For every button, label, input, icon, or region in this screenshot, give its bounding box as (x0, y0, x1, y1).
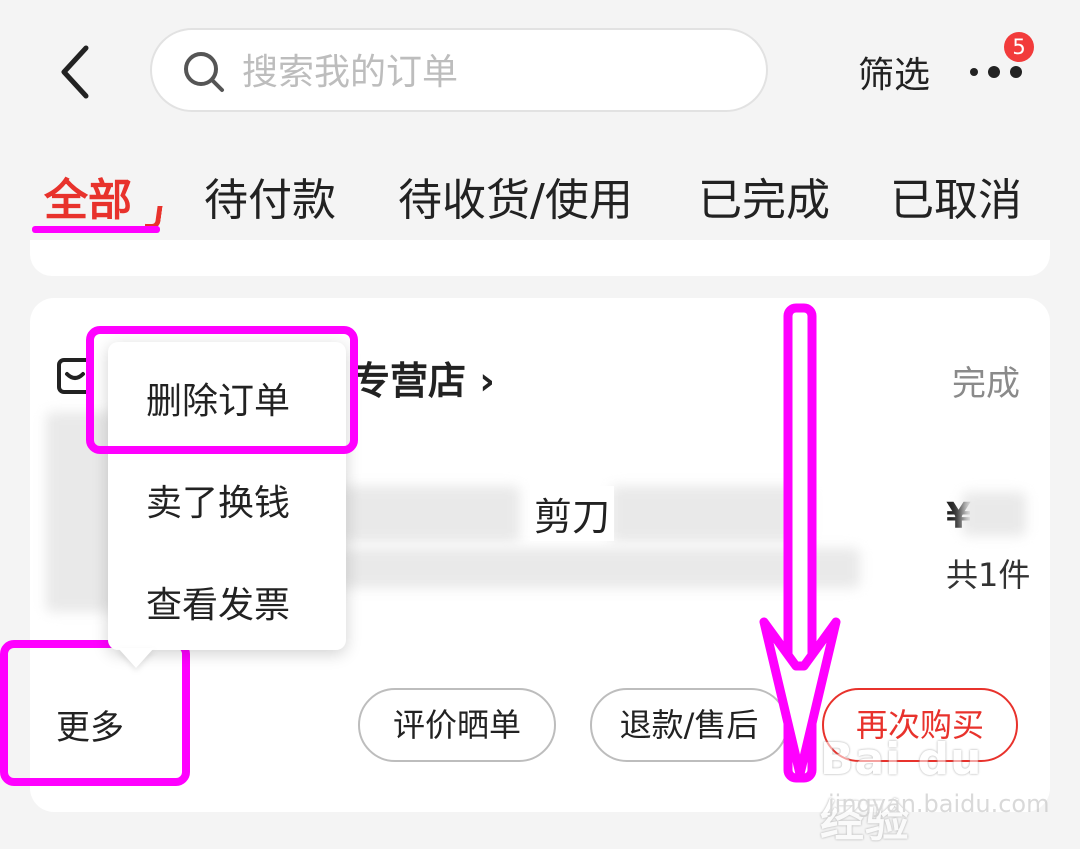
filter-button[interactable]: 筛选 (858, 46, 930, 98)
search-icon (184, 52, 224, 92)
menu-item-invoice[interactable]: 查看发票 (146, 576, 290, 628)
tab-pending-receipt[interactable]: 待收货/使用 (398, 164, 633, 228)
order-tabs: 全部 待付款 待收货/使用 已完成 已取消 (0, 140, 1080, 240)
popup-caret (118, 648, 154, 668)
chevron-right-icon: › (466, 359, 495, 403)
tab-all[interactable]: 全部 (44, 164, 132, 228)
top-bar: 筛选 5 (0, 0, 1080, 140)
tab-completed[interactable]: 已完成 (698, 164, 830, 228)
search-input[interactable] (240, 44, 744, 100)
menu-item-sell[interactable]: 卖了换钱 (146, 474, 290, 526)
annotation-highlight-more (0, 640, 190, 786)
annotation-underline (32, 226, 160, 233)
price-blurred (962, 492, 1026, 536)
annotation-highlight-delete (86, 326, 358, 454)
baidu-watermark: Bai du 经验 jingyan.baidu.com (820, 734, 1049, 847)
tab-pending-payment[interactable]: 待付款 (204, 164, 336, 228)
watermark-url: jingyan.baidu.com (828, 790, 1050, 818)
order-status: 完成 (952, 364, 1020, 404)
back-arrow-icon[interactable] (52, 42, 102, 102)
product-title-blurred-1 (340, 486, 520, 542)
previous-order-card (30, 240, 1050, 276)
item-count: 共1件 (946, 556, 1031, 594)
shop-name[interactable]: 专营店 › (352, 350, 495, 405)
notification-badge: 5 (1004, 32, 1034, 62)
product-title[interactable]: 剪刀 (530, 486, 615, 541)
search-box[interactable] (150, 28, 768, 112)
more-options-icon[interactable] (968, 60, 1028, 84)
annotation-down-arrow (759, 303, 841, 783)
tab-cancelled[interactable]: 已取消 (890, 164, 1022, 228)
review-button[interactable]: 评价晒单 (358, 688, 556, 762)
